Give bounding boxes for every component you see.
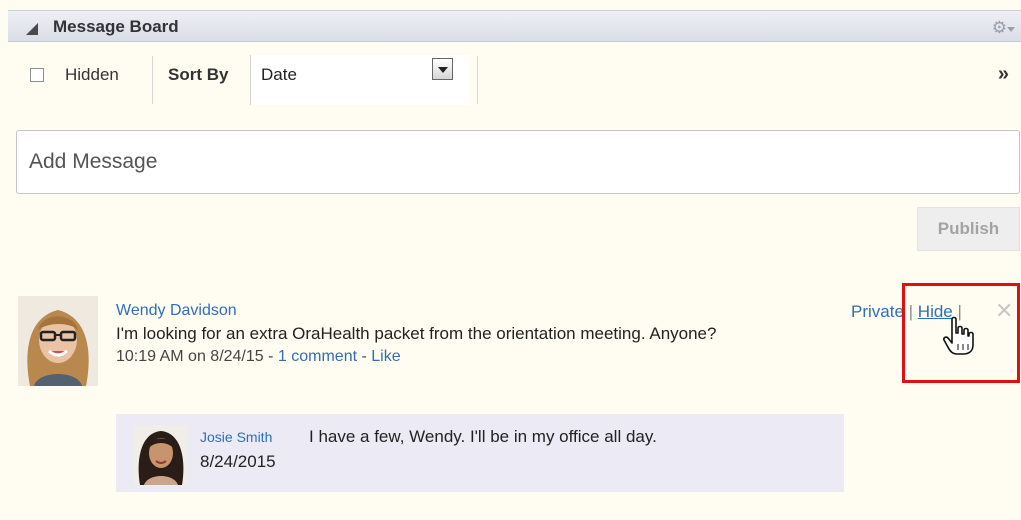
hand-cursor-icon: [942, 316, 974, 361]
collapse-triangle-icon[interactable]: [26, 23, 38, 35]
sort-select-value: Date: [261, 65, 297, 84]
message-author-link[interactable]: Wendy Davidson: [116, 302, 237, 320]
hidden-checkbox[interactable]: [30, 68, 44, 82]
private-link[interactable]: Private: [851, 302, 904, 321]
message-timestamp: 10:19 AM on 8/24/15: [116, 348, 264, 365]
panel-title: Message Board: [53, 17, 179, 36]
sort-select[interactable]: Date: [250, 55, 470, 105]
comments-link[interactable]: 1 comment: [278, 348, 357, 365]
add-message-input[interactable]: [16, 130, 1020, 194]
panel-header: Message Board ⚙: [8, 10, 1021, 42]
like-link[interactable]: Like: [371, 348, 400, 365]
chevron-down-icon[interactable]: [1007, 27, 1015, 32]
gear-icon[interactable]: ⚙: [992, 18, 1007, 38]
message-meta: 10:19 AM on 8/24/15 - 1 comment - Like: [116, 348, 401, 365]
comment-author-link[interactable]: Josie Smith: [200, 429, 272, 445]
comment-date: 8/24/2015: [200, 452, 276, 471]
publish-button[interactable]: Publish: [917, 207, 1020, 251]
comment-item: Josie Smith I have a few, Wendy. I'll be…: [116, 414, 844, 492]
comment-avatar[interactable]: [134, 425, 188, 485]
dropdown-arrow-icon[interactable]: [432, 58, 453, 80]
message-text: I'm looking for an extra OraHealth packe…: [116, 324, 717, 343]
overflow-chevron-icon[interactable]: »: [998, 63, 1009, 86]
avatar[interactable]: [18, 296, 98, 386]
toolbar-divider: [152, 56, 153, 104]
hidden-label[interactable]: Hidden: [65, 65, 119, 85]
sort-by-label: Sort By: [168, 65, 229, 84]
toolbar: Hidden Sort By Date »: [0, 50, 1021, 110]
comment-text: I have a few, Wendy. I'll be in my offic…: [309, 427, 657, 446]
toolbar-divider: [477, 56, 478, 104]
